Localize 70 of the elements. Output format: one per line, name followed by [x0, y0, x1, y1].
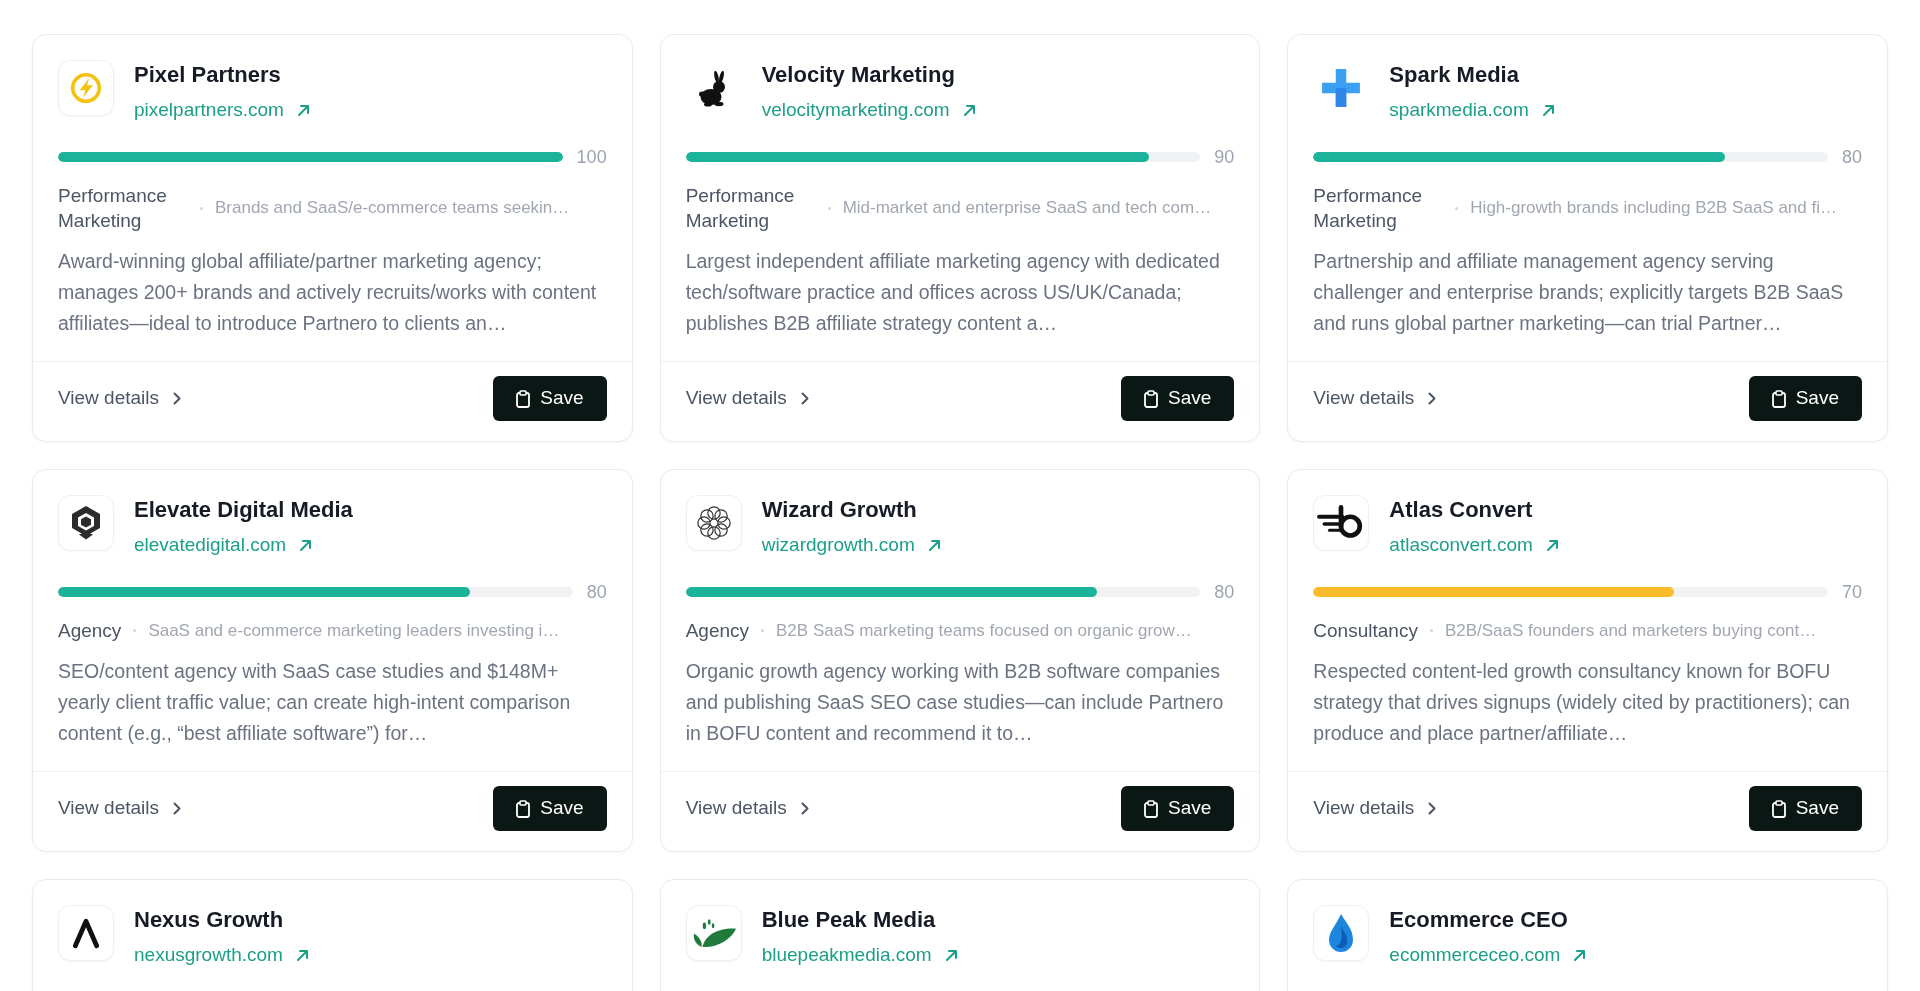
- audience-text: High-growth brands including B2B SaaS and fi…: [1470, 197, 1837, 219]
- category-label: Agency: [58, 619, 122, 643]
- arrow-up-right-icon: [1544, 538, 1559, 552]
- audience-text: B2B/SaaS founders and marketers buying cont…: [1444, 619, 1817, 642]
- category-label: Performance Marketing: [1313, 184, 1424, 233]
- clipboard-icon: [516, 799, 531, 818]
- score-value: 90: [1214, 146, 1235, 169]
- chevron-right-icon: [800, 802, 809, 815]
- category-label: Consultancy: [1313, 619, 1418, 643]
- view-details-link[interactable]: View details: [58, 384, 182, 413]
- description-text: Award-winning global affiliate/partner marketing agency; manages 200+ brands and actively recruits/works with content affiliates—ideal to introduce Partnero to clients an…: [58, 249, 598, 336]
- score-value: 70: [1841, 581, 1862, 604]
- description-text: SEO/content agency with SaaS case studies and $148M+ yearly client traffic value; can create high-intent comparison content (e.g., “best affiliate software”) for…: [58, 659, 572, 746]
- arrow-up-right-icon: [1540, 103, 1555, 117]
- category-label: Performance Marketing: [58, 184, 168, 233]
- save-button[interactable]: Save: [1748, 786, 1862, 831]
- company-name: Spark Media: [1389, 61, 1519, 89]
- audience-text: SaaS and e-commerce marketing leaders investing i…: [148, 619, 560, 642]
- clipboard-icon: [516, 389, 531, 408]
- score-value: 80: [1841, 146, 1862, 169]
- ring-pattern-icon: [685, 495, 742, 551]
- audience-text: Mid-market and enterprise SaaS and tech com…: [842, 197, 1212, 219]
- company-name: Elevate Digital Media: [134, 496, 353, 524]
- audience-text: Brands and SaaS/e-commerce teams seekin…: [215, 197, 570, 219]
- leaf-icon: [685, 905, 742, 961]
- chevron-right-icon: [800, 392, 809, 405]
- company-name: Wizard Growth: [761, 496, 917, 524]
- description-text: Organic growth agency working with B2B software companies and publishing SaaS SEO case studies—can include Partnero in BOFU content and recommend it to…: [685, 659, 1225, 746]
- description-text: Respected content-led growth consultancy known for BOFU strategy that drives signups (widely cited by practitioners); can produce and place partner/affiliate…: [1313, 659, 1851, 746]
- save-button[interactable]: Save: [1121, 786, 1235, 831]
- chevron-right-icon: [1428, 802, 1437, 815]
- company-name: Pixel Partners: [134, 61, 281, 89]
- company-name: Velocity Marketing: [761, 61, 955, 89]
- company-name: Atlas Convert: [1389, 496, 1533, 524]
- category-label: Agency: [685, 619, 750, 643]
- company-name: Nexus Growth: [134, 906, 284, 934]
- chevron-right-icon: [173, 802, 182, 815]
- description-text: Partnership and affiliate management agency serving challenger and enterprise brands; explicitly targets B2B SaaS and runs global partner marketing—can trial Partner…: [1313, 249, 1845, 336]
- audience-text: B2B SaaS marketing teams focused on organic grow…: [776, 619, 1192, 642]
- flame-icon: [1313, 905, 1370, 961]
- view-details-link[interactable]: View details: [685, 384, 809, 413]
- score-value: 80: [1214, 581, 1235, 604]
- view-details-link[interactable]: View details: [58, 794, 182, 823]
- arrow-up-right-icon: [1572, 948, 1587, 962]
- view-details-link[interactable]: View details: [685, 794, 809, 823]
- clipboard-icon: [1144, 389, 1158, 408]
- company-name: Blue Peak Media: [761, 906, 936, 934]
- arrow-up-right-icon: [961, 103, 976, 117]
- score-value: 80: [586, 581, 607, 604]
- view-details-link[interactable]: View details: [1313, 384, 1437, 413]
- chevron-right-icon: [173, 392, 182, 405]
- company-name: Ecommerce CEO: [1389, 906, 1568, 934]
- chevron-right-icon: [1428, 392, 1437, 405]
- description-text: Largest independent affiliate marketing agency with dedicated tech/software practice and offices across US/UK/Canada; publishes B2B affiliate strategy content a…: [685, 249, 1221, 336]
- save-button[interactable]: Save: [1748, 376, 1862, 421]
- arrow-up-right-icon: [926, 538, 941, 552]
- arrow-up-right-icon: [943, 948, 958, 962]
- save-button[interactable]: Save: [493, 786, 607, 831]
- clipboard-icon: [1144, 799, 1158, 818]
- clipboard-icon: [1771, 799, 1786, 818]
- view-details-link[interactable]: View details: [1313, 794, 1437, 823]
- arrow-up-right-icon: [294, 948, 309, 962]
- arrow-up-right-icon: [298, 538, 313, 552]
- save-button[interactable]: Save: [493, 376, 607, 421]
- score-value: 100: [576, 146, 607, 169]
- arrow-up-right-icon: [295, 103, 310, 117]
- caret-up-icon: [58, 905, 114, 961]
- category-label: Performance Marketing: [685, 184, 796, 233]
- save-button[interactable]: Save: [1121, 376, 1235, 421]
- clipboard-icon: [1771, 389, 1786, 408]
